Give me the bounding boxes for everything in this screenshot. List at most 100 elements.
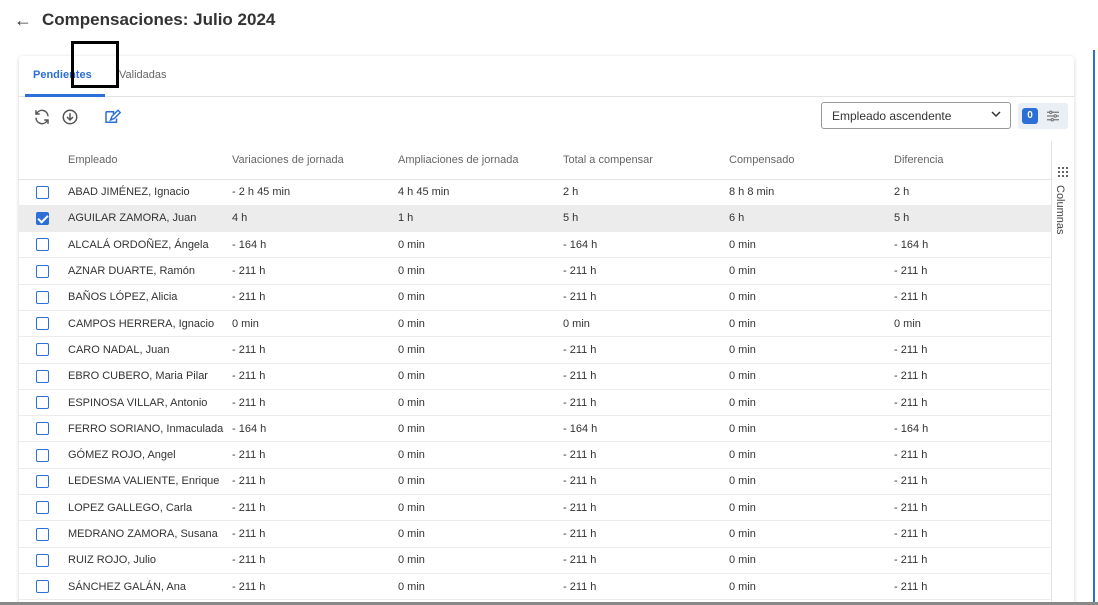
row-checkbox[interactable] — [36, 501, 49, 515]
table-cell: 0 min — [721, 547, 886, 574]
row-checkbox[interactable] — [36, 185, 49, 199]
table-cell: 1 h — [390, 205, 555, 233]
table-row[interactable]: LOPEZ GALLEGO, Carla - 211 h0 min - 211 h0… — [19, 494, 1051, 522]
column-header[interactable]: Variaciones de jornada — [224, 141, 390, 180]
table-cell: 0 min — [390, 547, 555, 574]
table-cell: 0 min — [390, 520, 555, 548]
table-cell: - 211 h — [555, 336, 721, 364]
download-icon[interactable] — [61, 108, 79, 126]
row-checkbox[interactable] — [36, 396, 49, 410]
compensations-table: Empleado Variaciones de jornada Ampliaci… — [19, 141, 1051, 601]
row-checkbox[interactable] — [36, 448, 49, 462]
column-header[interactable]: Total a compensar — [555, 141, 721, 180]
row-select-cell — [19, 547, 60, 574]
row-checkbox[interactable] — [36, 527, 49, 541]
table-header-row: Empleado Variaciones de jornada Ampliaci… — [19, 141, 1051, 180]
filter-count-badge: 0 — [1022, 108, 1038, 124]
chevron-down-icon — [991, 111, 1001, 118]
toolbar: Empleado ascendente 0 — [19, 97, 1074, 140]
table-row[interactable]: AGUILAR ZAMORA, Juan 4 h1 h5 h6 h5 h — [19, 205, 1051, 233]
row-checkbox[interactable] — [36, 422, 49, 436]
row-select-cell — [19, 257, 60, 285]
table-row[interactable]: RUIZ ROJO, Julio - 211 h0 min - 211 h0 min… — [19, 547, 1051, 574]
table-cell: 0 min — [390, 284, 555, 311]
table-cell: 0 min — [721, 415, 886, 443]
column-header[interactable]: Compensado — [721, 141, 886, 180]
page: ← Compensaciones: Julio 2024 Pendientes … — [0, 0, 1098, 605]
table-cell: CARO NADAL, Juan — [60, 336, 224, 364]
row-checkbox[interactable] — [36, 317, 49, 331]
table-cell: LOPEZ GALLEGO, Carla — [60, 494, 224, 522]
table-row[interactable]: AZNAR DUARTE, Ramón - 211 h0 min - 211 h0 … — [19, 257, 1051, 285]
row-checkbox[interactable] — [36, 238, 49, 252]
row-checkbox[interactable] — [36, 211, 49, 225]
table-cell: - 211 h — [886, 547, 1051, 574]
table-row[interactable]: ABAD JIMÉNEZ, Ignacio - 2 h 45 min 4 h 45 … — [19, 179, 1051, 206]
table-cell: - 211 h — [886, 520, 1051, 548]
refresh-icon[interactable] — [33, 108, 51, 126]
row-select-cell — [19, 468, 60, 496]
row-select-cell — [19, 389, 60, 417]
table-cell: 0 min — [390, 389, 555, 417]
table-cell: - 211 h — [224, 389, 390, 417]
scrollbar-indicator — [1093, 50, 1095, 605]
row-select-cell — [19, 284, 60, 311]
table-cell: 0 min — [721, 520, 886, 548]
row-checkbox[interactable] — [36, 369, 49, 383]
table-row[interactable]: LEDESMA VALIENTE, Enrique - 211 h0 min - 2… — [19, 468, 1051, 496]
table-row[interactable]: CARO NADAL, Juan - 211 h0 min - 211 h0 min… — [19, 336, 1051, 364]
row-checkbox[interactable] — [36, 264, 49, 278]
table-cell: 6 h — [721, 205, 886, 233]
table-cell: 0 min — [390, 336, 555, 364]
table-cell: 0 min — [390, 363, 555, 390]
sort-select[interactable]: Empleado ascendente — [821, 102, 1011, 129]
table-row[interactable]: GÓMEZ ROJO, Angel - 211 h0 min - 211 h0 mi… — [19, 441, 1051, 469]
table-row[interactable]: BAÑOS LÓPEZ, Alicia - 211 h0 min - 211 h0 … — [19, 284, 1051, 311]
table-cell: - 211 h — [555, 547, 721, 574]
table-row[interactable]: ALCALÁ ORDOÑEZ, Ángela - 164 h0 min - 164 … — [19, 231, 1051, 259]
tab-validadas[interactable]: Validadas — [119, 69, 167, 81]
row-select-cell — [19, 179, 60, 206]
table-row[interactable]: CAMPOS HERRERA, Ignacio 0 min 0 min 0 min 0 … — [19, 310, 1051, 338]
table-cell: 0 min — [886, 310, 1051, 338]
table-row[interactable]: MEDRANO ZAMORA, Susana - 211 h0 min - 211 … — [19, 520, 1051, 548]
table-row[interactable]: FERRO SORIANO, Inmaculada - 164 h0 min - 1… — [19, 415, 1051, 443]
table-cell: 0 min — [721, 284, 886, 311]
table-cell: - 211 h — [224, 547, 390, 574]
table-cell: - 211 h — [555, 389, 721, 417]
table-cell: 0 min — [721, 336, 886, 364]
table-row[interactable]: ESPINOSA VILLAR, Antonio - 211 h0 min - 21… — [19, 389, 1051, 417]
back-arrow-icon[interactable]: ← — [14, 10, 32, 30]
table-cell: 0 min — [721, 310, 886, 338]
table-cell: - 211 h — [886, 389, 1051, 417]
table-row[interactable]: SÁNCHEZ GALÁN, Ana - 211 h0 min - 211 h0 m… — [19, 573, 1051, 601]
table-cell: 0 min — [721, 573, 886, 601]
table-cell: - 164 h — [555, 415, 721, 443]
row-checkbox[interactable] — [36, 553, 49, 567]
table-cell: - 211 h — [886, 363, 1051, 390]
table-cell: - 211 h — [224, 520, 390, 548]
column-header[interactable]: Diferencia — [886, 141, 1051, 180]
table-cell: - 211 h — [555, 468, 721, 496]
table-cell: - 164 h — [224, 231, 390, 259]
row-select-cell — [19, 494, 60, 522]
table-cell: 5 h — [886, 205, 1051, 233]
table-cell: 2 h — [886, 179, 1051, 206]
table-cell: 0 min — [390, 441, 555, 469]
row-checkbox[interactable] — [36, 474, 49, 488]
edit-document-icon[interactable] — [103, 108, 121, 126]
row-checkbox[interactable] — [36, 290, 49, 304]
columns-side-panel[interactable]: Columnas — [1051, 141, 1074, 605]
table-cell: 0 min — [721, 441, 886, 469]
table-cell: - 211 h — [886, 441, 1051, 469]
column-header[interactable]: Ampliaciones de jornada — [390, 141, 555, 180]
row-checkbox[interactable] — [36, 343, 49, 357]
column-header[interactable]: Empleado — [60, 141, 224, 180]
filter-settings-icon — [1047, 110, 1059, 122]
row-checkbox[interactable] — [36, 580, 49, 594]
table-cell: 0 min — [224, 310, 390, 338]
table-row[interactable]: EBRO CUBERO, Maria Pilar - 211 h0 min - 21… — [19, 363, 1051, 390]
table-cell: ALCALÁ ORDOÑEZ, Ángela — [60, 231, 224, 259]
row-select-cell — [19, 336, 60, 364]
table-cell: 0 min — [721, 494, 886, 522]
